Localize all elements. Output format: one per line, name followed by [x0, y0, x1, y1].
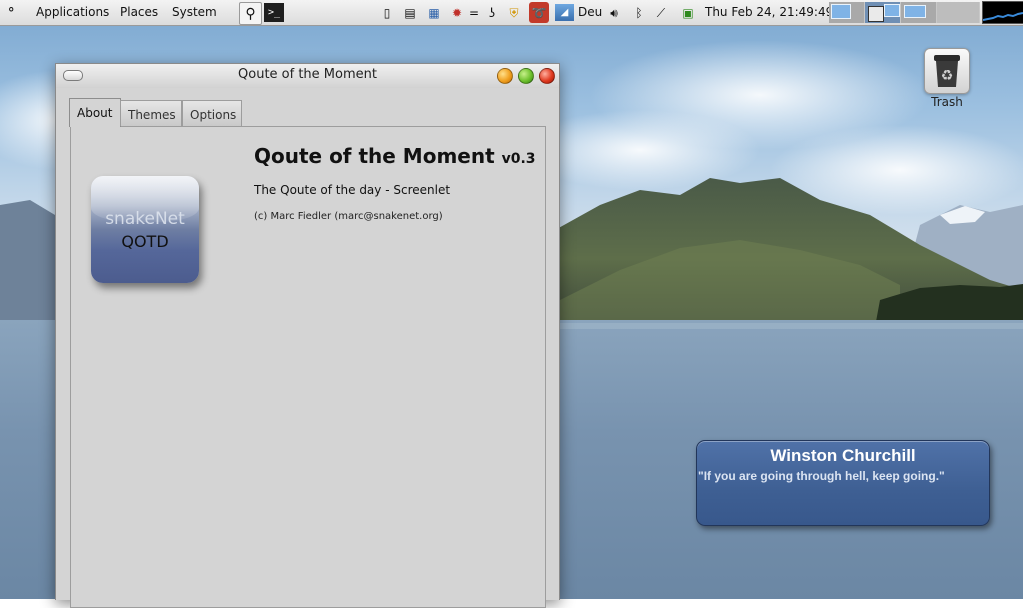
screenlet-properties-window: Qoute of the Moment About Themes Options… [55, 63, 560, 608]
workspace-window-thumb [868, 6, 884, 22]
terminal-launcher-icon[interactable]: >_ [264, 3, 284, 22]
battery-icon[interactable]: ▣ [678, 4, 698, 21]
app-name: Qoute of the Moment [254, 144, 495, 168]
gnome-foot-icon[interactable]: ᐤ [8, 0, 14, 25]
workspace-1[interactable] [829, 2, 865, 23]
shield-warning-icon[interactable]: ⛨ [506, 4, 522, 21]
tab-options[interactable]: Options [182, 100, 242, 126]
network-plug-icon[interactable]: ⟋ [653, 4, 669, 21]
workspace-2[interactable] [865, 2, 901, 23]
trash-icon: ♻ [924, 48, 970, 94]
workspace-window-thumb [884, 4, 900, 17]
app-copyright: (c) Marc Fiedler (marc@snakenet.org) [254, 211, 443, 222]
menu-applications[interactable]: Applications [32, 0, 113, 25]
window-title: Qoute of the Moment [238, 67, 377, 82]
equals-indicator-icon[interactable]: = [469, 4, 479, 21]
app-name-heading: Qoute of the Moment v0.3 [254, 144, 536, 168]
volume-icon[interactable]: 🔊︎ [604, 4, 624, 21]
maximize-button[interactable] [518, 68, 534, 84]
workspace-window-thumb [904, 5, 926, 18]
quote-author: Winston Churchill [770, 446, 916, 465]
logo-text-name: QOTD [121, 232, 169, 251]
quote-screenlet[interactable]: Winston Churchill "If you are going thro… [696, 440, 990, 526]
tab-about[interactable]: About [69, 98, 121, 127]
printer-icon[interactable]: ▤ [401, 4, 419, 21]
workspace-window-thumb [831, 4, 851, 19]
app-logo-icon: snakeNet QOTD [91, 176, 199, 283]
menu-places[interactable]: Places [116, 0, 162, 25]
top-panel: ᐤ Applications Places System ⚲ >_ ▯ ▤ ▦ … [0, 0, 1023, 26]
bluetooth-icon[interactable]: ᛒ [631, 4, 647, 21]
network-manager-icon[interactable]: ▦ [425, 4, 443, 21]
clock[interactable]: Thu Feb 24, 21:49:49 [705, 0, 833, 25]
menu-system[interactable]: System [168, 0, 221, 25]
swirl-app-icon[interactable]: ➰ [529, 2, 549, 23]
minimize-button[interactable] [497, 68, 513, 84]
system-monitor-graph[interactable] [982, 1, 1023, 24]
logo-text-brand: snakeNet [105, 209, 185, 229]
recycle-can-icon: ♻ [934, 55, 960, 87]
cpu-load-graph [983, 12, 1023, 21]
workspace-3[interactable] [901, 2, 937, 23]
svg-text:♻: ♻ [941, 68, 954, 84]
window-titlebar[interactable]: Qoute of the Moment [56, 64, 559, 88]
search-launcher-icon[interactable]: ⚲ [239, 2, 262, 25]
app-description: The Qoute of the day - Screenlet [254, 183, 451, 197]
sun-alert-icon[interactable]: ✹ [449, 4, 465, 21]
quote-text: "If you are going through hell, keep goi… [698, 469, 945, 483]
phone-icon[interactable]: ▯ [379, 4, 395, 21]
app-version: v0.3 [501, 151, 536, 167]
keyboard-layout-indicator[interactable]: Deu [578, 0, 602, 25]
hook-icon[interactable]: ʖ [484, 4, 500, 21]
workspace-4[interactable] [937, 2, 980, 23]
trash-label: Trash [931, 95, 963, 109]
close-button[interactable] [539, 68, 555, 84]
tab-themes[interactable]: Themes [120, 100, 182, 126]
weather-icon[interactable]: ◢ [555, 4, 574, 21]
